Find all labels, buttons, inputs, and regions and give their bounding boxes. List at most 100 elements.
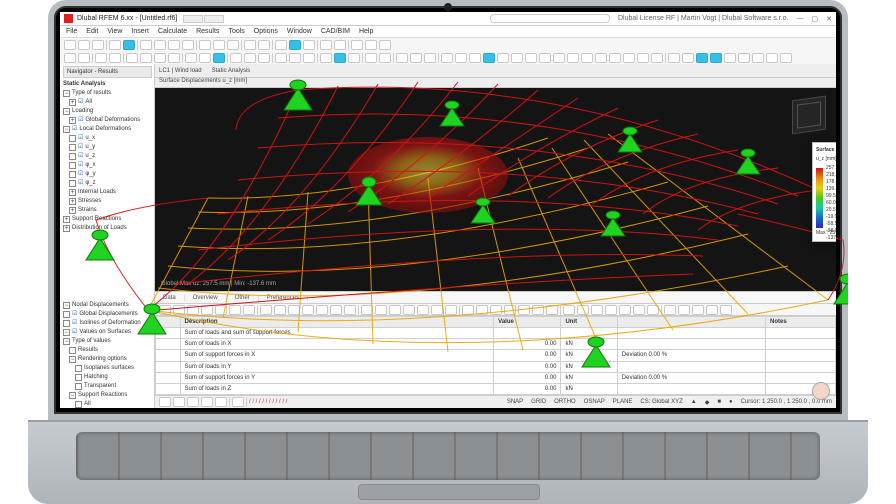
toolbar-7[interactable] — [752, 53, 764, 63]
toolbar-spline[interactable] — [168, 53, 180, 63]
tree-item[interactable]: ☑φ_z — [63, 179, 152, 188]
menu-options[interactable]: Options — [254, 28, 278, 35]
results-tb-btn[interactable] — [302, 305, 314, 315]
toolbar-lp[interactable] — [303, 53, 315, 63]
toolbar-B[interactable] — [455, 53, 467, 63]
toolbar-mat[interactable] — [424, 53, 436, 63]
menu-tools[interactable]: Tools — [228, 28, 244, 35]
toolbar-i[interactable] — [379, 40, 391, 50]
results-tb-btn[interactable] — [274, 305, 286, 315]
results-tb-btn[interactable] — [546, 305, 558, 315]
results-tb-btn[interactable] — [260, 305, 272, 315]
tree-item[interactable]: ☑Isolines of Deformation — [63, 319, 152, 328]
tree-item[interactable]: ☑φ_x — [63, 161, 152, 170]
results-tb-btn[interactable] — [316, 305, 328, 315]
viewport-3d[interactable]: Global Max uz: 257.5 mm | Min: -137.6 mm — [155, 88, 836, 291]
toolbar-sec[interactable] — [410, 53, 422, 63]
doc-tabs[interactable] — [183, 15, 224, 23]
results-tb-btn[interactable] — [288, 305, 300, 315]
toolbar-mbr[interactable] — [244, 53, 256, 63]
search-input[interactable] — [490, 14, 610, 23]
status-cfg[interactable] — [159, 397, 171, 407]
toolbar-O[interactable] — [637, 53, 649, 63]
results-tb-btn[interactable] — [462, 305, 474, 315]
results-tb-btn[interactable] — [215, 305, 227, 315]
toolbar-hinge[interactable] — [334, 53, 346, 63]
tree-item[interactable]: +☑All — [63, 98, 152, 107]
toolbar-new[interactable] — [64, 40, 76, 50]
toolbar-slab[interactable] — [213, 53, 225, 63]
menu-file[interactable]: File — [66, 28, 77, 35]
toolbar-I[interactable] — [553, 53, 565, 63]
toolbar-cursor[interactable] — [109, 53, 121, 63]
toolbar-snap[interactable] — [78, 53, 90, 63]
toolbar-LC[interactable] — [320, 40, 332, 50]
toolbar-arc[interactable] — [140, 53, 152, 63]
toolbar-□[interactable] — [303, 40, 315, 50]
menu-edit[interactable]: Edit — [86, 28, 98, 35]
toolbar-line[interactable] — [126, 53, 138, 63]
results-tb-btn[interactable] — [243, 305, 255, 315]
status-r[interactable]: ◆ — [705, 399, 710, 406]
tree-item[interactable]: +Strains — [63, 206, 152, 215]
tree-item[interactable]: −Rendering options — [63, 355, 152, 364]
toolbar-rotate[interactable] — [168, 40, 180, 50]
toolbar-zoom[interactable] — [182, 40, 194, 50]
results-tb-btn[interactable] — [476, 305, 488, 315]
menu-cad/bim[interactable]: CAD/BIM — [321, 28, 350, 35]
menu-window[interactable]: Window — [287, 28, 312, 35]
results-tb-btn[interactable] — [361, 305, 373, 315]
tree-item[interactable]: Isoplanes surfaces — [63, 364, 152, 373]
toolbar-L[interactable] — [595, 53, 607, 63]
toolbar-E[interactable] — [497, 53, 509, 63]
toolbar-calc[interactable] — [244, 40, 256, 50]
toolbar-8[interactable] — [766, 53, 778, 63]
toolbar-set[interactable] — [258, 53, 270, 63]
status-r[interactable]: PLANE — [613, 399, 633, 405]
tab-preferences[interactable]: Preferences — [259, 295, 308, 301]
tree-item[interactable]: ☑u_z — [63, 152, 152, 161]
results-tb-btn[interactable] — [577, 305, 589, 315]
toolbar-rect[interactable] — [185, 53, 197, 63]
status-grid[interactable] — [187, 397, 199, 407]
status-axis-icons[interactable]: / / / / / / / / / / / / — [249, 399, 287, 405]
results-tb-btn[interactable] — [692, 305, 704, 315]
results-tb-btn[interactable] — [445, 305, 457, 315]
tree-item[interactable]: +Internal Loads — [63, 188, 152, 197]
toolbar-F[interactable] — [511, 53, 523, 63]
tree-item[interactable]: −☑Local Deformations — [63, 125, 152, 134]
toolbar-A[interactable] — [199, 40, 211, 50]
toolbar-N[interactable] — [623, 53, 635, 63]
results-tb-btn[interactable] — [532, 305, 544, 315]
tree-item[interactable]: +☑Global Deformations — [63, 116, 152, 125]
toolbar-pan[interactable] — [154, 40, 166, 50]
toolbar-txt[interactable] — [379, 53, 391, 63]
toolbar-circ[interactable] — [199, 53, 211, 63]
tree-item[interactable]: −Nodal Displacements — [63, 301, 152, 310]
toolbar-◧[interactable] — [275, 40, 287, 50]
tree-item[interactable]: ☑u_x — [63, 134, 152, 143]
results-tb-btn[interactable] — [720, 305, 732, 315]
toolbar-Analyse[interactable] — [334, 40, 346, 50]
results-tb-btn[interactable] — [403, 305, 415, 315]
status-r[interactable]: OSNAP — [584, 399, 605, 405]
status-snap[interactable] — [201, 397, 213, 407]
status-r[interactable]: SNAP — [507, 399, 523, 405]
toolbar-C[interactable] — [469, 53, 481, 63]
toolbar-open[interactable] — [78, 40, 90, 50]
navigator-tree-1[interactable]: −Type of results+☑All−Loading+☑Global De… — [63, 89, 152, 233]
toolbar-lf[interactable] — [289, 53, 301, 63]
tree-item[interactable]: Results — [63, 346, 152, 355]
status-r[interactable]: ● — [729, 399, 733, 405]
toolbar-P[interactable] — [651, 53, 663, 63]
toolbar-4[interactable] — [710, 53, 722, 63]
results-tb-btn[interactable] — [344, 305, 356, 315]
toolbar-3[interactable] — [696, 53, 708, 63]
toolbar-5[interactable] — [724, 53, 736, 63]
toolbar-dim[interactable] — [365, 53, 377, 63]
results-tb-btn[interactable] — [647, 305, 659, 315]
toolbar-9[interactable] — [780, 53, 792, 63]
toolbar-6[interactable] — [738, 53, 750, 63]
color-legend[interactable]: Surface Deformation u_z [mm] 257.5218.01… — [812, 142, 836, 242]
status-ortho[interactable] — [173, 397, 185, 407]
